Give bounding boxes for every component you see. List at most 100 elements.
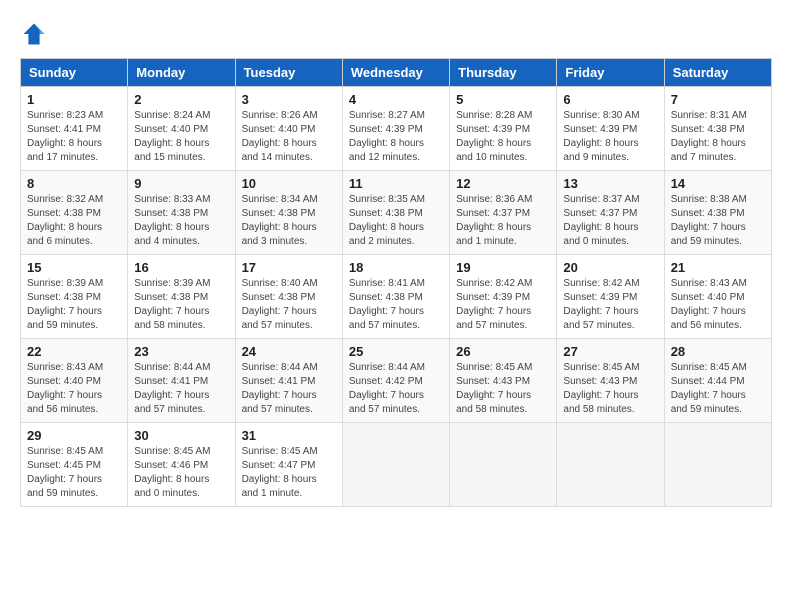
daylight-label: Daylight: 7 hours and 59 minutes. [671,222,746,247]
calendar-cell: 13 Sunrise: 8:37 AM Sunset: 4:37 PM Dayl… [557,171,664,255]
daylight-label: Daylight: 8 hours and 2 minutes. [349,222,424,247]
day-info: Sunrise: 8:34 AM Sunset: 4:38 PM Dayligh… [242,193,336,249]
day-number: 8 [27,176,121,191]
sunrise-label: Sunrise: 8:24 AM [134,110,210,121]
calendar-cell: 5 Sunrise: 8:28 AM Sunset: 4:39 PM Dayli… [450,87,557,171]
daylight-label: Daylight: 7 hours and 56 minutes. [671,306,746,331]
sunset-label: Sunset: 4:40 PM [242,124,316,135]
calendar-cell: 12 Sunrise: 8:36 AM Sunset: 4:37 PM Dayl… [450,171,557,255]
sunset-label: Sunset: 4:46 PM [134,460,208,471]
day-info: Sunrise: 8:44 AM Sunset: 4:41 PM Dayligh… [134,361,228,417]
sunset-label: Sunset: 4:37 PM [456,208,530,219]
daylight-label: Daylight: 8 hours and 0 minutes. [134,474,209,499]
col-header-monday: Monday [128,59,235,87]
day-number: 26 [456,344,550,359]
daylight-label: Daylight: 8 hours and 1 minute. [242,474,317,499]
day-info: Sunrise: 8:23 AM Sunset: 4:41 PM Dayligh… [27,109,121,165]
col-header-wednesday: Wednesday [342,59,449,87]
sunset-label: Sunset: 4:42 PM [349,376,423,387]
day-info: Sunrise: 8:37 AM Sunset: 4:37 PM Dayligh… [563,193,657,249]
day-info: Sunrise: 8:45 AM Sunset: 4:47 PM Dayligh… [242,445,336,501]
calendar-cell: 28 Sunrise: 8:45 AM Sunset: 4:44 PM Dayl… [664,339,771,423]
sunrise-label: Sunrise: 8:43 AM [671,278,747,289]
day-info: Sunrise: 8:45 AM Sunset: 4:46 PM Dayligh… [134,445,228,501]
daylight-label: Daylight: 8 hours and 6 minutes. [27,222,102,247]
sunrise-label: Sunrise: 8:45 AM [242,446,318,457]
daylight-label: Daylight: 8 hours and 14 minutes. [242,138,317,163]
daylight-label: Daylight: 8 hours and 0 minutes. [563,222,638,247]
calendar-cell: 31 Sunrise: 8:45 AM Sunset: 4:47 PM Dayl… [235,423,342,507]
sunset-label: Sunset: 4:40 PM [134,124,208,135]
day-number: 16 [134,260,228,275]
calendar-cell: 7 Sunrise: 8:31 AM Sunset: 4:38 PM Dayli… [664,87,771,171]
daylight-label: Daylight: 7 hours and 58 minutes. [134,306,209,331]
day-number: 17 [242,260,336,275]
sunset-label: Sunset: 4:38 PM [27,292,101,303]
day-number: 9 [134,176,228,191]
daylight-label: Daylight: 7 hours and 59 minutes. [671,390,746,415]
daylight-label: Daylight: 7 hours and 59 minutes. [27,306,102,331]
calendar-cell: 21 Sunrise: 8:43 AM Sunset: 4:40 PM Dayl… [664,255,771,339]
logo [20,20,52,48]
day-number: 23 [134,344,228,359]
day-number: 28 [671,344,765,359]
sunrise-label: Sunrise: 8:35 AM [349,194,425,205]
sunrise-label: Sunrise: 8:44 AM [349,362,425,373]
day-info: Sunrise: 8:39 AM Sunset: 4:38 PM Dayligh… [134,277,228,333]
calendar-cell: 27 Sunrise: 8:45 AM Sunset: 4:43 PM Dayl… [557,339,664,423]
daylight-label: Daylight: 8 hours and 7 minutes. [671,138,746,163]
daylight-label: Daylight: 7 hours and 59 minutes. [27,474,102,499]
sunset-label: Sunset: 4:39 PM [563,124,637,135]
sunset-label: Sunset: 4:45 PM [27,460,101,471]
day-number: 7 [671,92,765,107]
day-info: Sunrise: 8:44 AM Sunset: 4:41 PM Dayligh… [242,361,336,417]
calendar-cell: 18 Sunrise: 8:41 AM Sunset: 4:38 PM Dayl… [342,255,449,339]
daylight-label: Daylight: 8 hours and 10 minutes. [456,138,531,163]
calendar-cell: 25 Sunrise: 8:44 AM Sunset: 4:42 PM Dayl… [342,339,449,423]
day-number: 6 [563,92,657,107]
col-header-thursday: Thursday [450,59,557,87]
daylight-label: Daylight: 8 hours and 15 minutes. [134,138,209,163]
sunset-label: Sunset: 4:38 PM [134,208,208,219]
day-number: 11 [349,176,443,191]
sunset-label: Sunset: 4:47 PM [242,460,316,471]
day-info: Sunrise: 8:36 AM Sunset: 4:37 PM Dayligh… [456,193,550,249]
daylight-label: Daylight: 7 hours and 58 minutes. [563,390,638,415]
sunrise-label: Sunrise: 8:45 AM [671,362,747,373]
calendar-cell: 6 Sunrise: 8:30 AM Sunset: 4:39 PM Dayli… [557,87,664,171]
col-header-saturday: Saturday [664,59,771,87]
day-number: 1 [27,92,121,107]
day-number: 22 [27,344,121,359]
calendar-cell: 23 Sunrise: 8:44 AM Sunset: 4:41 PM Dayl… [128,339,235,423]
daylight-label: Daylight: 8 hours and 9 minutes. [563,138,638,163]
daylight-label: Daylight: 7 hours and 57 minutes. [349,390,424,415]
sunset-label: Sunset: 4:38 PM [134,292,208,303]
day-number: 20 [563,260,657,275]
sunrise-label: Sunrise: 8:45 AM [563,362,639,373]
sunrise-label: Sunrise: 8:45 AM [134,446,210,457]
calendar-cell: 22 Sunrise: 8:43 AM Sunset: 4:40 PM Dayl… [21,339,128,423]
calendar-cell: 29 Sunrise: 8:45 AM Sunset: 4:45 PM Dayl… [21,423,128,507]
day-info: Sunrise: 8:27 AM Sunset: 4:39 PM Dayligh… [349,109,443,165]
sunset-label: Sunset: 4:38 PM [27,208,101,219]
day-info: Sunrise: 8:45 AM Sunset: 4:43 PM Dayligh… [563,361,657,417]
col-header-sunday: Sunday [21,59,128,87]
calendar-week-row: 1 Sunrise: 8:23 AM Sunset: 4:41 PM Dayli… [21,87,772,171]
daylight-label: Daylight: 7 hours and 57 minutes. [242,390,317,415]
calendar-cell [664,423,771,507]
day-number: 19 [456,260,550,275]
day-info: Sunrise: 8:45 AM Sunset: 4:45 PM Dayligh… [27,445,121,501]
sunrise-label: Sunrise: 8:42 AM [456,278,532,289]
day-info: Sunrise: 8:38 AM Sunset: 4:38 PM Dayligh… [671,193,765,249]
calendar-cell: 20 Sunrise: 8:42 AM Sunset: 4:39 PM Dayl… [557,255,664,339]
day-info: Sunrise: 8:28 AM Sunset: 4:39 PM Dayligh… [456,109,550,165]
sunrise-label: Sunrise: 8:26 AM [242,110,318,121]
daylight-label: Daylight: 7 hours and 57 minutes. [563,306,638,331]
sunset-label: Sunset: 4:39 PM [456,292,530,303]
day-number: 3 [242,92,336,107]
calendar-cell: 1 Sunrise: 8:23 AM Sunset: 4:41 PM Dayli… [21,87,128,171]
day-info: Sunrise: 8:42 AM Sunset: 4:39 PM Dayligh… [563,277,657,333]
col-header-friday: Friday [557,59,664,87]
day-number: 27 [563,344,657,359]
calendar-cell: 15 Sunrise: 8:39 AM Sunset: 4:38 PM Dayl… [21,255,128,339]
